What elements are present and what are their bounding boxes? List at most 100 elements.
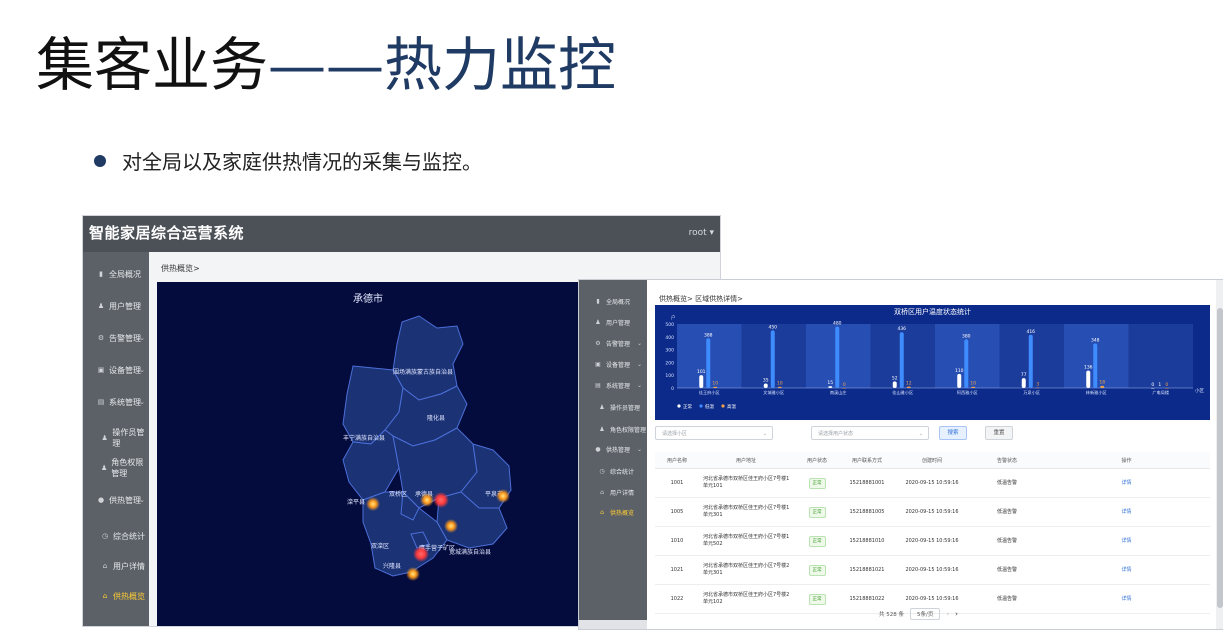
reset-button[interactable]: 重置 [985, 426, 1013, 440]
breadcrumb[interactable]: 供热概览> 区域供热详情> [659, 294, 743, 304]
data-label: 77 [1021, 372, 1027, 378]
bar-高温 [971, 386, 976, 388]
user-name-cell: 1001 [670, 479, 684, 486]
detail-link-td: 详情 [1043, 584, 1210, 614]
breadcrumb[interactable]: 供热概览> [161, 263, 200, 274]
next-page-icon[interactable]: › [955, 610, 958, 618]
sidebar-item[interactable]: ⚙ 告警管理 ⌄ [83, 328, 149, 348]
address-cell-td: 河北省承德市双桥区佳王府小区7号楼2单元301 [699, 555, 793, 585]
status-cell: 正常 [808, 506, 826, 518]
detail-link[interactable]: 详情 [1121, 567, 1131, 573]
column-header: 用户名称 [655, 452, 699, 469]
sidebar-item[interactable]: ♟ 操作员管理 [579, 400, 647, 414]
detail-link[interactable]: 详情 [1121, 509, 1131, 515]
sidebar-item[interactable]: ♟ 操作员管理 [83, 428, 149, 448]
sidebar-item[interactable]: ▮ 全局概况 [579, 294, 647, 308]
sidebar-item-label: 操作员管理 [610, 404, 641, 412]
chevron-down-icon: ⌄ [636, 360, 642, 368]
home-icon: ⌂ [102, 592, 108, 600]
table-row[interactable]: 1001 河北省承德市双桥区佳王府小区7号楼1单元101 正常 15218881001… [655, 468, 1210, 498]
table-row[interactable]: 1021 河北省承德市双桥区佳王府小区7号楼2单元301 正常 15218881021… [655, 555, 1210, 585]
table-body: 1001 河北省承德市双桥区佳王府小区7号楼1单元101 正常 15218881001… [655, 468, 1210, 614]
bar-高温 [1100, 385, 1105, 388]
sidebar-item-label: 系统管理 [109, 397, 141, 407]
sidebar-item[interactable]: ▣ 设备管理 ⌄ [83, 360, 149, 380]
bar-高温 [842, 388, 847, 389]
chevron-down-icon: ⌄ [762, 431, 767, 437]
sidebar-item[interactable]: ⌂ 用户详情 [83, 556, 149, 576]
vertical-scrollbar[interactable] [1216, 280, 1223, 629]
hotspot-marker [496, 489, 510, 503]
data-label: 12 [906, 380, 912, 386]
sidebar-item[interactable]: ◷ 综合统计 [83, 526, 149, 546]
pagination: 共 528 条 5条/页 ‹ › [879, 608, 958, 620]
chart-svg: 0100200300400500户小区101351552110771360388… [665, 314, 1204, 410]
sidebar-item[interactable]: ◷ 综合统计 [579, 464, 647, 478]
chevron-down-icon: ⌄ [636, 445, 642, 453]
document-icon: ▤ [97, 398, 105, 406]
sidebar-item[interactable]: ⌂ 供热概览 [579, 505, 647, 519]
bar-正常 [892, 381, 897, 388]
data-label: 10 [970, 381, 976, 387]
sidebar-item[interactable]: ⌂ 供热概览 [83, 586, 149, 606]
home-icon: ⌂ [600, 488, 604, 496]
data-label: 388 [704, 332, 713, 338]
bar-chart-icon: ▮ [99, 270, 103, 278]
data-label: 416 [1026, 329, 1035, 335]
sidebar-item-label: 设备管理 [606, 361, 631, 369]
alarm-cell-td: 低温告警 [971, 497, 1043, 527]
sidebar-item[interactable]: ♟ 用户管理 [579, 315, 647, 329]
sidebar-item[interactable]: ● 供热管理 ⌄ [579, 442, 647, 456]
address-cell-td: 河北省承德市双桥区佳王府小区7号楼1单元101 [699, 468, 793, 498]
table-row[interactable]: 1010 河北省承德市双桥区佳王府小区7号楼1单元502 正常 15218881010… [655, 526, 1210, 556]
table-row[interactable]: 1005 河北省承德市双桥区佳王府小区7号楼1单元301 正常 15218881005… [655, 497, 1210, 527]
detail-link[interactable]: 详情 [1121, 596, 1131, 602]
bar-高温 [1164, 388, 1169, 389]
status-cell: 正常 [808, 535, 826, 547]
bar-正常 [1086, 370, 1091, 388]
heat-map[interactable]: 承德市 围场满族蒙古族自治县 丰宁满族自治县 隆化县 滦平县 双桥区 平泉市 双… [157, 282, 579, 626]
community-select[interactable]: 请选择小区 ⌄ [655, 426, 773, 440]
region-label: 双桥区 [389, 490, 407, 498]
scrollbar-thumb[interactable] [1217, 308, 1223, 608]
search-button[interactable]: 搜索 [939, 426, 967, 440]
prev-page-icon[interactable]: ‹ [946, 610, 949, 618]
sidebar-item[interactable]: ♟ 用户管理 [83, 296, 149, 316]
data-label: 0 [1165, 382, 1168, 388]
detail-link[interactable]: 详情 [1121, 538, 1131, 544]
user-icon: ♟ [101, 434, 108, 442]
legend-marker [677, 404, 681, 408]
sidebar-item[interactable]: ⚙ 告警管理 ⌄ [579, 336, 647, 350]
user-name-cell: 1021 [670, 566, 684, 573]
sidebar-item[interactable]: ♟ 角色权限管理 [579, 422, 647, 436]
sidebar-item[interactable]: ▤ 系统管理 ⌄ [579, 378, 647, 392]
region-label: 围场满族蒙古族自治县 [393, 368, 453, 376]
page-size-select[interactable]: 5条/页 [910, 608, 941, 620]
alert-marker [433, 492, 449, 508]
y-tick-label: 200 [665, 360, 674, 366]
data-label: 3 [1036, 382, 1039, 388]
sidebar-item[interactable]: ⌂ 用户详情 [579, 485, 647, 499]
detail-link-td: 详情 [1043, 468, 1210, 498]
created-time-cell-td: 2020-09-15 10:59:16 [893, 497, 971, 527]
created-time-cell-td: 2020-09-15 10:59:16 [893, 468, 971, 498]
sidebar-item-label: 供热管理 [606, 446, 631, 454]
alert-marker [413, 546, 429, 562]
sidebar-item[interactable]: ▤ 系统管理 ⌄ [83, 392, 149, 412]
detail-link-td: 详情 [1043, 555, 1210, 585]
created-time-cell: 2020-09-15 10:59:16 [905, 508, 959, 515]
sidebar-item[interactable]: ♟ 角色权限管理 [83, 458, 149, 478]
sidebar-item-label: 综合统计 [610, 468, 635, 476]
chevron-down-icon: ⌄ [139, 398, 145, 406]
sidebar-item[interactable]: ▣ 设备管理 ⌄ [579, 357, 647, 371]
legend-label: 正常 [683, 403, 692, 410]
detail-link[interactable]: 详情 [1121, 480, 1131, 486]
phone-cell: 15218881022 [849, 595, 885, 602]
user-menu[interactable]: root ▾ [689, 228, 714, 238]
sidebar-item[interactable]: ▮ 全局概况 [83, 264, 149, 284]
region-weichang [392, 315, 464, 401]
alarm-cell: 低温告警 [996, 537, 1017, 544]
status-select[interactable]: 请选择用户状态 ⌄ [811, 426, 929, 440]
sidebar-item[interactable]: ● 供热管理 ⌄ [83, 490, 149, 510]
clock-icon: ◷ [599, 467, 605, 475]
